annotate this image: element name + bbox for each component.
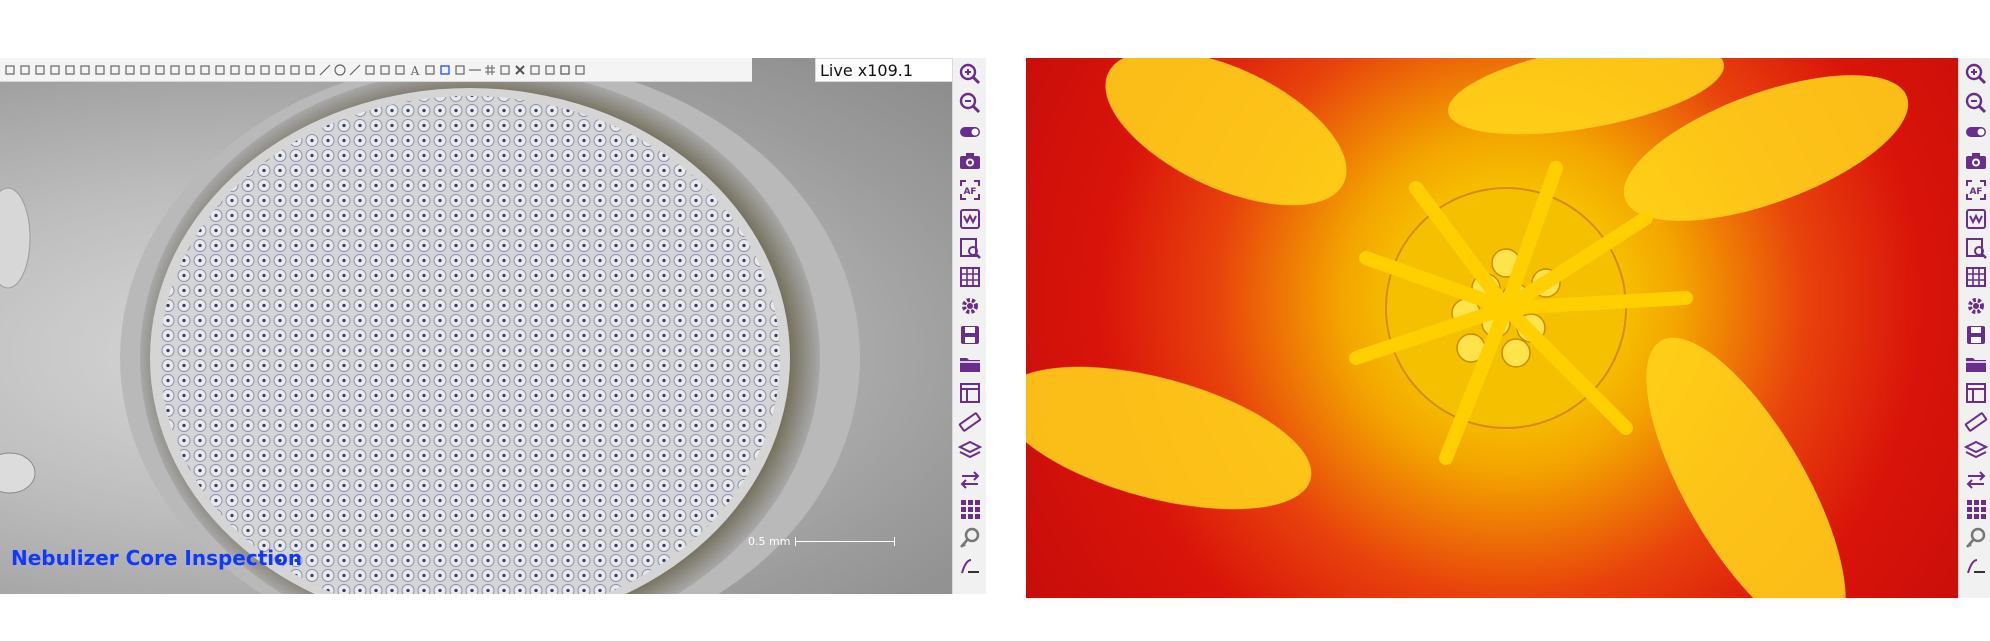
folder-icon[interactable]: [957, 351, 983, 377]
close-icon[interactable]: [513, 63, 526, 76]
dropdown-icon[interactable]: [453, 63, 466, 76]
node-icon[interactable]: [393, 63, 406, 76]
autofocus-icon[interactable]: AF: [957, 177, 983, 203]
folder-icon[interactable]: [1963, 351, 1989, 377]
hash-icon[interactable]: [483, 63, 496, 76]
hand-icon[interactable]: [108, 63, 121, 76]
list-icon[interactable]: [33, 63, 46, 76]
save-icon[interactable]: [957, 322, 983, 348]
crop-icon[interactable]: [93, 63, 106, 76]
columns-icon[interactable]: [363, 63, 376, 76]
marker-icon[interactable]: [243, 63, 256, 76]
preview-icon[interactable]: [957, 235, 983, 261]
autofocus-icon[interactable]: AF: [1963, 177, 1989, 203]
corner-icon[interactable]: [168, 63, 181, 76]
key-icon[interactable]: [957, 525, 983, 551]
layout-icon[interactable]: [1963, 380, 1989, 406]
grid-icon[interactable]: [1963, 264, 1989, 290]
annotation-toolbar: A: [0, 58, 752, 82]
text-size-icon[interactable]: [423, 63, 436, 76]
document-icon[interactable]: [18, 63, 31, 76]
zoom-out-icon[interactable]: [1963, 90, 1989, 116]
nebulizer-mesh-illustration: [0, 58, 860, 594]
polygon-icon[interactable]: [288, 63, 301, 76]
scale-label: 0.5 mm: [748, 535, 791, 548]
dots-grid-icon[interactable]: [1963, 496, 1989, 522]
text-icon[interactable]: A: [408, 63, 421, 76]
left-viewer-panel: A Live x109.1 AF Nebulizer Core Inspecti…: [0, 58, 986, 594]
camera-icon[interactable]: [1963, 148, 1989, 174]
swap-icon[interactable]: [1963, 467, 1989, 493]
ruler-icon[interactable]: [957, 409, 983, 435]
grid-icon[interactable]: [957, 264, 983, 290]
angle-icon[interactable]: [183, 63, 196, 76]
split-icon[interactable]: [378, 63, 391, 76]
brand-logo-icon: [957, 554, 983, 580]
settings-icon[interactable]: [3, 63, 16, 76]
line-icon[interactable]: [318, 63, 331, 76]
camera-icon[interactable]: [957, 148, 983, 174]
gear-icon[interactable]: [1963, 293, 1989, 319]
svg-text:AF: AF: [1969, 187, 1982, 197]
right-side-toolbar: AF: [1958, 58, 1990, 598]
live-zoom-label: Live x109.1: [815, 58, 955, 82]
brush-icon[interactable]: [78, 63, 91, 76]
arc-icon[interactable]: [303, 63, 316, 76]
right-viewer-panel: AF: [1026, 58, 1990, 598]
circle-measure-icon[interactable]: [198, 63, 211, 76]
layers-icon[interactable]: [957, 438, 983, 464]
trash-icon[interactable]: [558, 63, 571, 76]
copy-icon[interactable]: [528, 63, 541, 76]
flower-image[interactable]: [1026, 58, 1958, 598]
gear-icon[interactable]: [957, 293, 983, 319]
paste-icon[interactable]: [543, 63, 556, 76]
ruler-icon[interactable]: [1963, 409, 1989, 435]
circle-icon[interactable]: [333, 63, 346, 76]
horizontal-measure-icon[interactable]: [138, 63, 151, 76]
svg-text:A: A: [409, 64, 419, 76]
save-icon[interactable]: [1963, 322, 1989, 348]
magic-select-icon[interactable]: [48, 63, 61, 76]
stair-icon[interactable]: [258, 63, 271, 76]
microscope-image[interactable]: [0, 58, 952, 594]
zoom-in-icon[interactable]: [1963, 61, 1989, 87]
preview-icon[interactable]: [1963, 235, 1989, 261]
zoom-in-icon[interactable]: [957, 61, 983, 87]
triangle-icon[interactable]: [273, 63, 286, 76]
grid-small-icon[interactable]: [228, 63, 241, 76]
pointer-icon[interactable]: [123, 63, 136, 76]
layout-icon[interactable]: [957, 380, 983, 406]
circle-center-icon[interactable]: [213, 63, 226, 76]
brand-logo-icon: [1963, 554, 1989, 580]
slash-icon[interactable]: [348, 63, 361, 76]
toggle-icon[interactable]: [1963, 119, 1989, 145]
image-caption: Nebulizer Core Inspection: [11, 546, 303, 570]
left-side-toolbar: AF: [952, 58, 986, 594]
svg-text:AF: AF: [963, 187, 976, 197]
white-balance-icon[interactable]: [957, 206, 983, 232]
zoom-out-icon[interactable]: [957, 90, 983, 116]
flower-illustration: [1026, 58, 1909, 598]
key-icon[interactable]: [1963, 525, 1989, 551]
swap-icon[interactable]: [957, 467, 983, 493]
layers-icon[interactable]: [1963, 438, 1989, 464]
toggle-icon[interactable]: [957, 119, 983, 145]
magic-wand-icon[interactable]: [63, 63, 76, 76]
vertical-measure-icon[interactable]: [153, 63, 166, 76]
pen-color-icon[interactable]: [438, 63, 451, 76]
crosshair-icon[interactable]: [498, 63, 511, 76]
dots-grid-icon[interactable]: [957, 496, 983, 522]
scale-line: [795, 537, 896, 546]
line-style-icon[interactable]: [468, 63, 481, 76]
scale-bar: 0.5 mm: [748, 535, 896, 548]
white-balance-icon[interactable]: [1963, 206, 1989, 232]
refresh-icon[interactable]: [573, 63, 586, 76]
